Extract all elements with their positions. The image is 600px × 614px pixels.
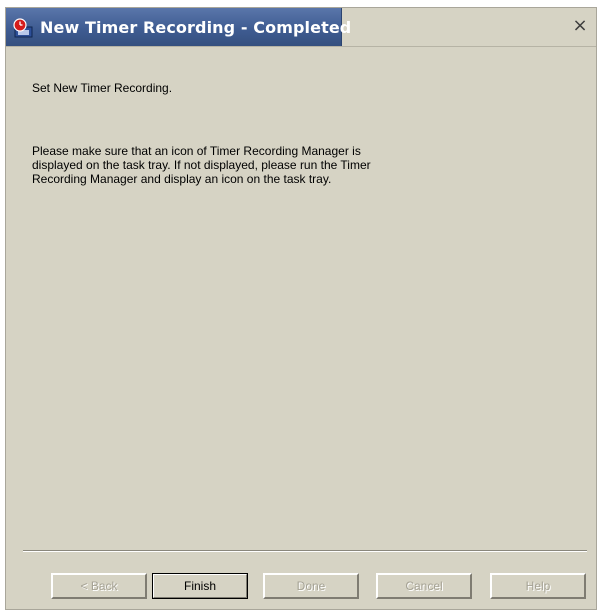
instruction-message: Please make sure that an icon of Timer R…: [32, 144, 371, 186]
page-heading: Set New Timer Recording.: [32, 81, 173, 95]
help-button[interactable]: Help: [490, 573, 586, 599]
button-row: < Back Finish Done Cancel Help: [6, 573, 596, 603]
title-bar[interactable]: New Timer Recording - Completed ×: [6, 8, 596, 47]
dialog-content: Set New Timer Recording. Please make sur…: [6, 47, 596, 547]
title-tab: New Timer Recording - Completed: [6, 8, 351, 46]
back-button[interactable]: < Back: [51, 573, 147, 599]
done-button[interactable]: Done: [263, 573, 359, 599]
close-icon: ×: [572, 15, 588, 36]
cancel-button[interactable]: Cancel: [376, 573, 472, 599]
close-button[interactable]: ×: [570, 16, 590, 36]
finish-button[interactable]: Finish: [152, 573, 248, 599]
new-timer-recording-dialog: New Timer Recording - Completed × Set Ne…: [5, 7, 597, 610]
dialog-title: New Timer Recording - Completed: [40, 18, 352, 37]
timer-recording-app-icon: [12, 18, 34, 38]
button-separator: [23, 550, 587, 552]
